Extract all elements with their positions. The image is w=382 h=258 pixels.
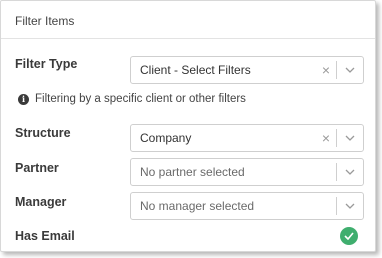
chevron-down-icon[interactable] (337, 193, 363, 219)
manager-select[interactable]: No manager selected (130, 192, 364, 220)
filter-type-label: Filter Type (15, 57, 78, 71)
clear-icon[interactable]: × (316, 125, 336, 151)
chevron-down-icon[interactable] (337, 125, 363, 151)
panel-title: Filter Items (1, 1, 375, 39)
partner-label: Partner (15, 161, 59, 175)
filter-type-info: i Filtering by a specific client or othe… (18, 93, 246, 105)
filter-items-panel: Filter Items Filter Type Client - Select… (0, 0, 376, 252)
manager-placeholder: No manager selected (140, 199, 255, 213)
partner-select[interactable]: No partner selected (130, 158, 364, 186)
chevron-down-icon[interactable] (337, 159, 363, 185)
structure-value: Company (140, 131, 192, 145)
filter-type-value: Client - Select Filters (140, 63, 251, 77)
info-icon: i (18, 93, 29, 105)
structure-select[interactable]: Company × (130, 124, 364, 152)
has-email-label: Has Email (15, 229, 75, 243)
manager-label: Manager (15, 195, 67, 209)
filter-type-select[interactable]: Client - Select Filters × (130, 56, 364, 84)
clear-icon[interactable]: × (316, 57, 336, 83)
structure-label: Structure (15, 126, 71, 140)
chevron-down-icon[interactable] (337, 57, 363, 83)
info-text: Filtering by a specific client or other … (35, 93, 246, 105)
partner-placeholder: No partner selected (140, 165, 245, 179)
checkmark-icon[interactable] (340, 227, 358, 245)
